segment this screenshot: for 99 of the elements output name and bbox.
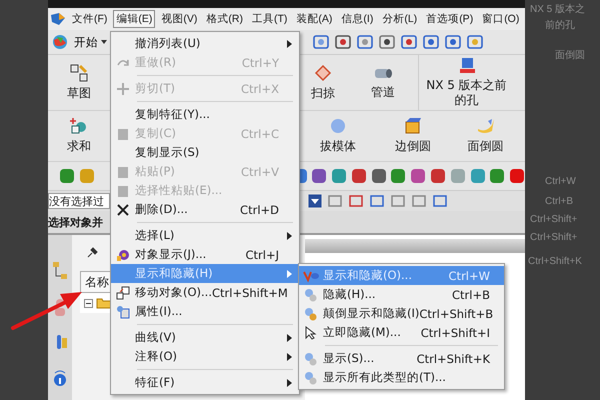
faded-text: 面倒圆 — [555, 49, 585, 62]
tool-icon[interactable] — [389, 167, 406, 185]
submenu-arrow-icon — [287, 40, 292, 48]
menu-item[interactable]: 对象显示(J)... Ctrl+J — [111, 245, 299, 264]
pointer-arrow — [11, 292, 82, 330]
sphere-icon — [329, 117, 347, 135]
sweep-icon — [314, 64, 332, 82]
menu-item[interactable]: 分析(L) — [379, 10, 420, 28]
unite-icon — [70, 117, 88, 135]
menu-item[interactable]: 属性(I)... — [111, 302, 299, 321]
menu-item[interactable]: 移动对象(O)...Ctrl+Shift+M — [111, 283, 299, 302]
ribbon-label[interactable]: NX 5 版本之前的孔 — [422, 78, 512, 108]
ribbon-label[interactable]: 拔模体 — [320, 138, 356, 155]
hide-icon — [303, 288, 319, 302]
tool-icon[interactable] — [444, 33, 462, 51]
menu-item[interactable]: 隐藏(H)... Ctrl+B — [299, 285, 504, 304]
tool-icon[interactable] — [508, 167, 525, 185]
eye-icon — [303, 268, 319, 282]
tool-icon[interactable] — [58, 167, 75, 185]
tool-icon[interactable] — [350, 167, 367, 185]
submenu-arrow-icon — [287, 378, 292, 386]
prompt-text: 选择对象并 — [48, 214, 103, 230]
ribbon-label[interactable]: 边倒圆 — [395, 138, 431, 155]
menu-item[interactable]: 文件(F) — [69, 10, 110, 28]
menu-item[interactable]: 注释(O) — [111, 347, 299, 366]
tool-icon[interactable] — [356, 33, 374, 51]
start-button[interactable]: 开始 — [72, 34, 109, 50]
faded-text: Ctrl+Shift+ — [530, 214, 578, 225]
tool-icon[interactable] — [378, 33, 396, 51]
box-icon — [404, 117, 422, 135]
tool-icon[interactable] — [334, 33, 352, 51]
tool-icon[interactable] — [400, 33, 418, 51]
swap-icon — [303, 306, 319, 320]
menu-item[interactable]: 窗口(O) — [479, 10, 522, 28]
tool-icon[interactable] — [312, 33, 330, 51]
menu-item[interactable]: 首选项(P) — [423, 10, 476, 28]
person-icon[interactable] — [52, 297, 68, 317]
menu-item[interactable]: 显示(S)... Ctrl+Shift+K — [299, 349, 504, 368]
show-icon — [303, 370, 319, 384]
menu-item[interactable]: 装配(A) — [293, 10, 336, 28]
menu-item[interactable]: 工具(T) — [249, 10, 290, 28]
scroll-bar[interactable] — [305, 239, 525, 253]
menu-item[interactable]: 撤消列表(U) — [111, 34, 299, 53]
collapse-icon[interactable] — [84, 298, 93, 308]
tool-icon[interactable] — [432, 193, 448, 209]
faded-text: Ctrl+Shift+K — [528, 256, 582, 267]
menu-item[interactable]: 复制显示(S) — [111, 143, 299, 162]
menu-item[interactable]: 曲线(V) — [111, 328, 299, 347]
properties-icon — [116, 304, 130, 318]
ribbon-label[interactable]: 草图 — [67, 84, 91, 102]
caret-icon — [101, 40, 107, 44]
tool-icon[interactable] — [370, 167, 386, 185]
faded-text: Ctrl+Shift+ — [530, 232, 578, 243]
tool-icon[interactable] — [488, 167, 506, 185]
faded-text: Ctrl+W — [545, 176, 576, 187]
menu-item[interactable]: 颠倒显示和隐藏(I)Ctrl+Shift+B — [299, 304, 504, 323]
cursor-icon — [303, 326, 319, 340]
submenu-arrow-icon — [287, 232, 292, 240]
menu-item[interactable]: 删除(D)... Ctrl+D — [111, 200, 299, 219]
menu-item[interactable]: 特征(F) — [111, 373, 299, 392]
faded-text: NX 5 版本之 — [530, 2, 586, 16]
faded-text: 前的孔 — [545, 19, 575, 32]
info-icon[interactable] — [52, 369, 68, 389]
ribbon-label[interactable]: 面倒圆 — [468, 138, 504, 155]
menu-item[interactable]: 格式(R) — [203, 10, 246, 28]
submenu-arrow-icon — [287, 352, 292, 360]
menu-item[interactable]: 选择(L) — [111, 226, 299, 245]
submenu-arrow-icon — [287, 270, 292, 278]
dropdown-icon[interactable] — [308, 194, 322, 208]
tool-icon[interactable] — [422, 33, 440, 51]
tree-icon[interactable] — [52, 261, 68, 281]
globe-icon — [52, 34, 68, 50]
show-icon — [303, 352, 319, 366]
menu-item[interactable]: 视图(V) — [158, 10, 200, 28]
menu-item[interactable]: 信息(I) — [338, 10, 376, 28]
sketch-icon — [70, 64, 88, 82]
filter-dropdown[interactable]: 没有选择过 — [48, 193, 110, 209]
app-logo-icon — [50, 12, 66, 26]
cross-icon — [116, 202, 130, 216]
tool-icon[interactable] — [429, 167, 446, 185]
tool-icon[interactable] — [369, 193, 385, 209]
move-icon — [116, 286, 130, 300]
menu-item[interactable]: 显示所有此类型的(T)... — [299, 368, 504, 387]
tool-icon[interactable] — [466, 33, 484, 51]
tool-icon[interactable] — [348, 193, 364, 209]
menu-item[interactable]: 编辑(E) — [113, 10, 156, 28]
ribbon-label[interactable]: 管道 — [371, 84, 395, 100]
tool-icon[interactable] — [310, 167, 328, 185]
palette-icon — [116, 248, 130, 262]
faded-text: Ctrl+B — [545, 196, 574, 207]
pin-icon — [86, 247, 98, 259]
ribbon-label[interactable]: 扫掠 — [311, 84, 335, 102]
menu-item[interactable]: 复制特征(Y)... — [111, 105, 299, 124]
ribbon-label[interactable]: 求和 — [67, 138, 91, 155]
menu-item[interactable]: 立即隐藏(M)... Ctrl+Shift+I — [299, 323, 504, 342]
face-blend-icon — [476, 117, 496, 135]
tool-icon[interactable] — [409, 167, 426, 185]
submenu-arrow-icon — [287, 334, 292, 342]
folder-icon — [96, 297, 112, 309]
